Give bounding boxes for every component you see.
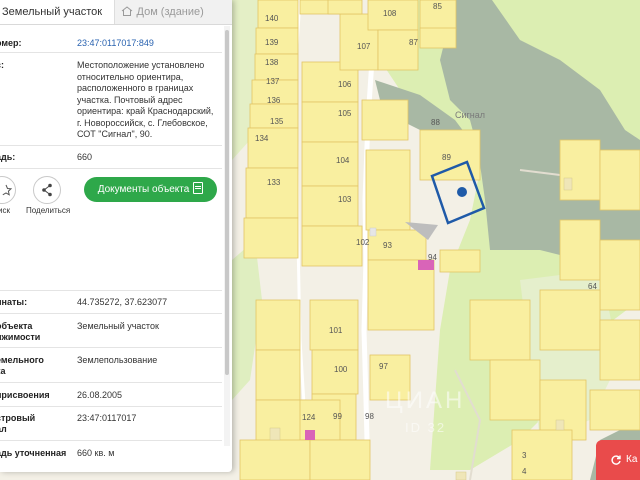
parcel-number: 103 <box>338 195 352 204</box>
parcel-number: 105 <box>338 109 352 118</box>
parcel-number: 140 <box>265 14 279 23</box>
parcel-number: 98 <box>365 412 374 421</box>
watermark-id: ID 32 <box>405 420 446 435</box>
share-icon <box>42 183 52 197</box>
house-icon <box>121 6 132 16</box>
divider <box>0 406 222 407</box>
document-icon <box>193 182 204 194</box>
detail-value-land-type: Землепользование <box>77 355 158 365</box>
parcel-number: 88 <box>431 118 440 127</box>
parcel-number: 101 <box>329 326 343 335</box>
detail-key: омер: <box>0 38 22 48</box>
detail-value-address: Местоположение установлено относительно … <box>77 60 214 139</box>
parcel-number: 136 <box>267 96 281 105</box>
parcel-number: 106 <box>338 80 352 89</box>
detail-key-line2: ал <box>0 424 7 434</box>
watermark: ЦИАН <box>385 387 465 414</box>
parcel-number: 133 <box>267 178 281 187</box>
share-button[interactable] <box>33 176 61 204</box>
search-button[interactable] <box>0 176 16 204</box>
parcel-number: 87 <box>409 38 418 47</box>
parcel-number: 137 <box>266 77 280 86</box>
parcel-number: 135 <box>270 117 284 126</box>
detail-key-line2: ка <box>0 366 6 376</box>
parcel-number: 97 <box>379 362 388 371</box>
detail-key: емельного <box>0 355 44 365</box>
detail-key: стровый <box>0 413 36 423</box>
tab-bar: Земельный участок Дом (здание) <box>0 0 232 25</box>
detail-value-object-type: Земельный участок <box>77 321 159 331</box>
tab-land-plot[interactable]: Земельный участок <box>0 0 114 24</box>
tab-label: Земельный участок <box>2 6 103 18</box>
parcel-number: 64 <box>588 282 597 291</box>
detail-key: присвоения <box>0 390 50 400</box>
parcel-number: 138 <box>265 58 279 67</box>
panel-scrollbar-thumb[interactable] <box>225 30 229 375</box>
divider <box>0 52 222 53</box>
map-corner-button[interactable]: Ка <box>596 440 640 480</box>
documents-label: Документы объекта <box>97 184 190 195</box>
divider <box>0 347 222 348</box>
parcel-number: 107 <box>357 42 371 51</box>
area-name-label: Сигнал <box>455 110 485 120</box>
search-caption: иск <box>0 206 10 215</box>
parcel-number: 4 <box>522 467 527 476</box>
detail-key: адь: <box>0 152 16 162</box>
cadastral-number-link[interactable]: 23:47:0117017:849 <box>77 38 219 50</box>
detail-value-assignment-date: 26.08.2005 <box>77 390 123 400</box>
share-caption: Поделиться <box>26 206 71 215</box>
tab-label: Дом (здание) <box>136 6 204 18</box>
parcel-number: 89 <box>442 153 451 162</box>
detail-key-line2: ижимости <box>0 332 41 342</box>
parcel-number: 134 <box>255 134 269 143</box>
detail-value-cadastral-quarter: 23:47:0117017 <box>77 413 137 423</box>
parcel-number: 124 <box>302 413 316 422</box>
parcel-number: 100 <box>334 365 348 374</box>
parcel-number: 99 <box>333 412 342 421</box>
parcel-number: 108 <box>383 9 397 18</box>
detail-key: адь уточненная <box>0 448 67 458</box>
parcel-number: 3 <box>522 451 527 460</box>
parcel-number: 139 <box>265 38 279 47</box>
tab-house[interactable]: Дом (здание) <box>113 0 232 24</box>
divider <box>0 440 222 441</box>
parcel-number: 94 <box>428 253 437 262</box>
detail-key: инаты: <box>0 297 28 307</box>
parcel-number: 102 <box>356 238 370 247</box>
detail-value-specified-area: 660 кв. м <box>77 448 115 458</box>
object-info-panel: Земельный участок Дом (здание) омер: 23:… <box>0 0 232 472</box>
object-documents-button[interactable]: Документы объекта <box>84 177 217 202</box>
parcel-number: 85 <box>433 2 442 11</box>
divider <box>0 382 222 383</box>
star-icon <box>2 184 13 196</box>
parcel-number: 104 <box>336 156 350 165</box>
parcel-number: 93 <box>383 241 392 250</box>
detail-value-coordinates: 44.735272, 37.623077 <box>77 297 168 307</box>
detail-key: объекта <box>0 321 33 331</box>
divider <box>0 168 222 169</box>
divider <box>0 145 222 146</box>
refresh-icon <box>611 455 621 465</box>
detail-key: с: <box>0 60 5 70</box>
location-marker-icon[interactable] <box>457 187 467 197</box>
corner-button-label: Ка <box>626 454 638 465</box>
detail-value-area: 660 <box>77 152 93 162</box>
divider <box>0 290 222 291</box>
divider <box>0 313 222 314</box>
